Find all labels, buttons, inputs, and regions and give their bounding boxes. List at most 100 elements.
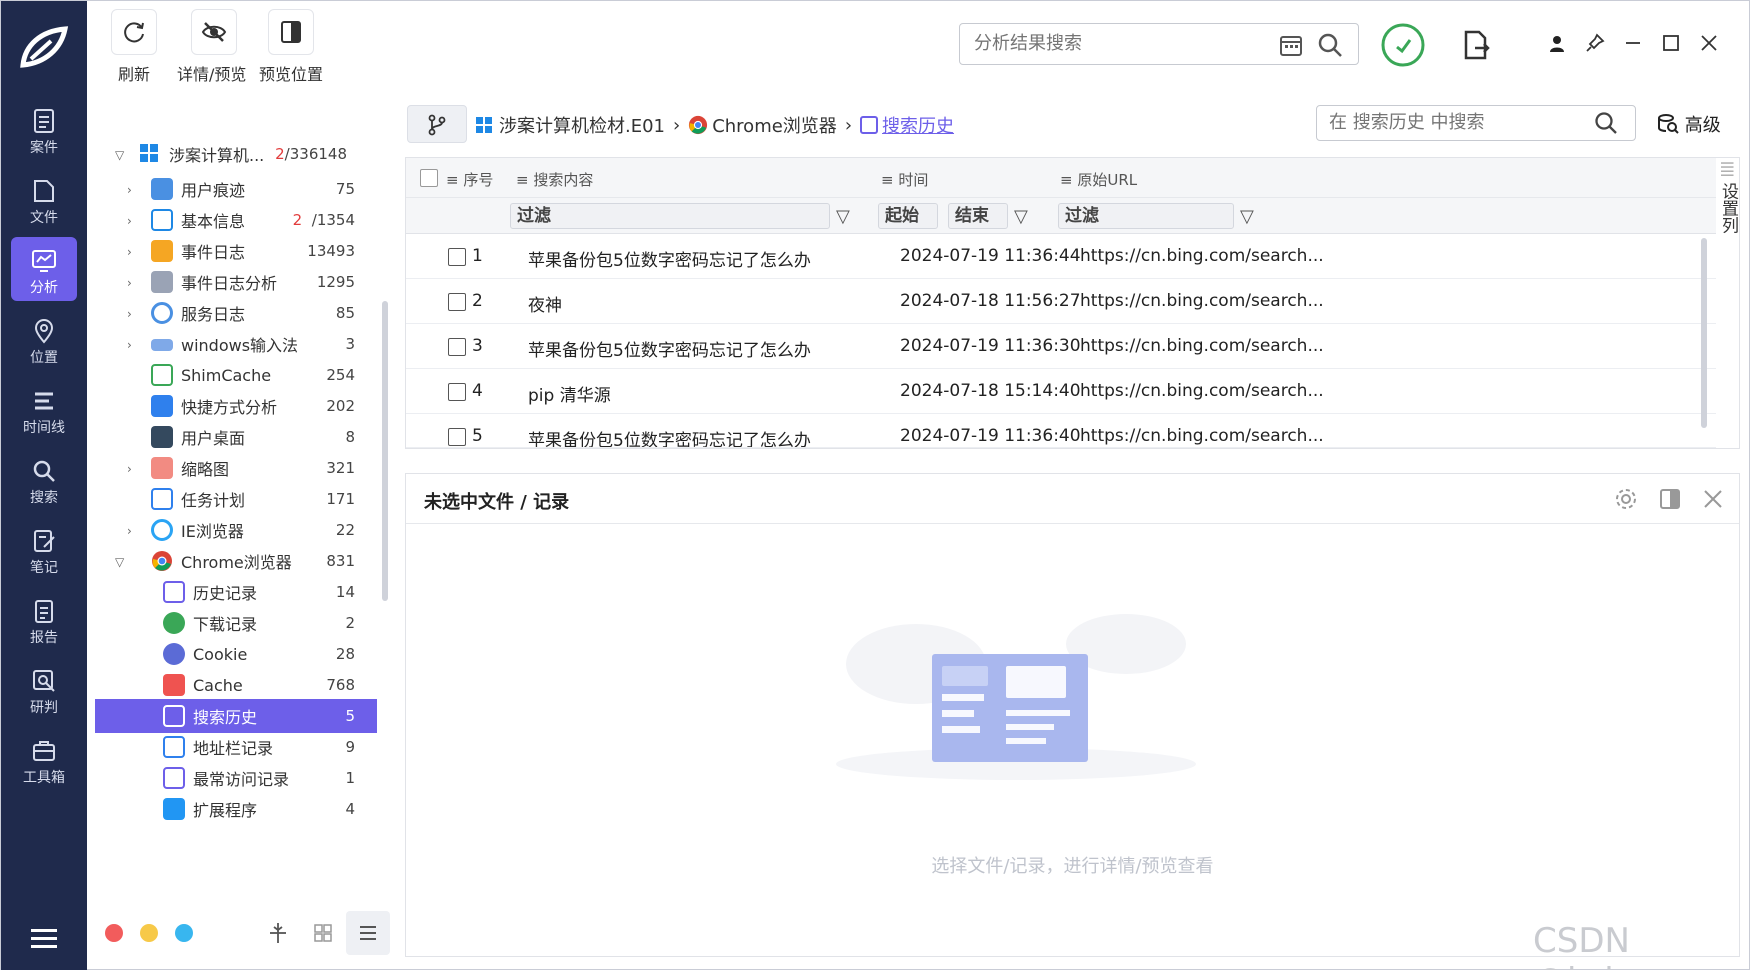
tree-item-address-bar[interactable]: 地址栏记录 9 [97,730,377,764]
maximize-icon[interactable] [1661,33,1681,53]
branch-button[interactable] [407,105,467,143]
tree-item-task-schedule[interactable]: 任务计划 171 [97,482,377,516]
breadcrumb-evidence[interactable]: 涉案计算机检材.E01 [499,112,665,138]
table-row[interactable]: 2 夜神 2024-07-18 11:56:27 https://cn.bing… [406,279,1716,324]
row-checkbox[interactable] [448,293,466,311]
user-icon[interactable] [1547,34,1567,54]
table-search-input[interactable] [1329,106,1589,138]
chevron-right-icon[interactable]: › [127,214,139,228]
column-header-url[interactable]: ≡ 原始URL [1060,169,1137,190]
tree-item-extensions[interactable]: 扩展程序 4 [97,792,377,826]
tree-item-shortcut-analysis[interactable]: 快捷方式分析 202 [97,389,377,423]
tree-root[interactable]: ▽ 涉案计算机... 2/336148 [97,137,377,171]
close-icon[interactable] [1702,488,1724,510]
list-view-button[interactable] [346,911,390,955]
red-dot[interactable] [105,924,123,942]
chevron-right-icon[interactable]: › [127,338,139,352]
nav-item-toolbox[interactable]: 工具箱 [11,727,77,791]
grid-view-icon[interactable] [313,923,333,943]
tree-item-shimcache[interactable]: ShimCache 254 [97,358,377,392]
end-time-filter[interactable]: 结束 [948,203,1008,229]
tree-item-history[interactable]: 历史记录 14 [97,575,377,609]
chevron-right-icon[interactable]: › [127,245,139,259]
nav-item-search[interactable]: 搜索 [11,447,77,511]
nav-item-timeline[interactable]: 时间线 [11,377,77,441]
table-scrollbar[interactable] [1701,238,1707,428]
row-checkbox[interactable] [448,248,466,266]
nav-item-analysis[interactable]: 分析 [11,237,77,301]
nav-item-location[interactable]: 位置 [11,307,77,371]
tree-item-user-desktop[interactable]: 用户桌面 8 [97,420,377,454]
chevron-down-icon[interactable]: ▽ [115,555,127,569]
select-all-checkbox[interactable] [420,169,438,187]
chevron-down-icon[interactable]: ▽ [115,148,127,162]
nav-item-file[interactable]: 文件 [11,167,77,231]
tree-item-event-log[interactable]: › 事件日志 13493 [97,234,377,268]
pin-icon[interactable] [1585,33,1605,53]
table-search-box[interactable] [1316,105,1636,141]
tree-item-thumbnails[interactable]: › 缩略图 321 [97,451,377,485]
table-row[interactable]: 5 苹果备份包5位数字密码忘记了怎么办 2024-07-19 11:36:40 … [406,414,1716,448]
result-search-input[interactable] [974,24,1284,62]
tree-item-top-sites[interactable]: 最常访问记录 1 [97,761,377,795]
tree-item-search-history[interactable]: 搜索历史 5 [95,699,377,733]
gear-icon[interactable] [1614,487,1638,511]
tree-item-user-traces[interactable]: › 用户痕迹 75 [97,172,377,206]
collapse-icon[interactable] [267,921,289,945]
row-checkbox[interactable] [448,338,466,356]
breadcrumb-chrome[interactable]: Chrome浏览器 [712,112,837,138]
refresh-button[interactable]: 刷新 [111,9,157,85]
chevron-right-icon[interactable]: › [127,524,139,538]
breadcrumb-search-history[interactable]: 搜索历史 [882,112,954,138]
calendar-icon[interactable] [1278,32,1304,58]
tree-item-windows-ime[interactable]: › windows输入法 3 [97,327,377,361]
shield-check-icon[interactable] [1381,23,1425,67]
filter-icon[interactable]: ▽ [836,206,850,227]
column-settings-button[interactable]: |||| 设置列 [1713,161,1741,234]
result-search-box[interactable] [959,23,1359,65]
nav-item-note[interactable]: 笔记 [11,517,77,581]
tree-item-service-log[interactable]: › 服务日志 85 [97,296,377,330]
tree-item-ie-browser[interactable]: › IE浏览器 22 [97,513,377,547]
minimize-icon[interactable] [1623,33,1643,53]
chevron-right-icon[interactable]: › [127,276,139,290]
address-bar-icon [163,736,185,758]
search-icon[interactable] [1593,110,1619,136]
close-icon[interactable] [1699,33,1719,53]
column-header-time[interactable]: ≡ 时间 [881,169,928,190]
detail-preview-button[interactable]: 详情/预览 [177,9,246,85]
table-row[interactable]: 1 苹果备份包5位数字密码忘记了怎么办 2024-07-19 11:36:44 … [406,234,1716,279]
row-checkbox[interactable] [448,428,466,446]
search-icon[interactable] [1316,31,1344,59]
split-view-icon[interactable] [1658,487,1682,511]
blue-dot[interactable] [175,924,193,942]
tree-item-chrome-browser[interactable]: ▽ Chrome浏览器 831 [97,544,377,578]
nav-item-report[interactable]: 报告 [11,587,77,651]
filter-icon[interactable]: ▽ [1014,206,1028,227]
tree-item-downloads[interactable]: 下载记录 2 [97,606,377,640]
preview-position-button[interactable]: 预览位置 [259,9,323,85]
content-filter-input[interactable]: 过滤 [510,203,830,229]
tree-item-cache[interactable]: Cache 768 [97,668,377,702]
nav-item-case[interactable]: 案件 [11,97,77,161]
start-time-filter[interactable]: 起始 [878,203,938,229]
export-icon[interactable] [1461,29,1491,61]
tree-item-event-log-analysis[interactable]: › 事件日志分析 1295 [97,265,377,299]
filter-icon[interactable]: ▽ [1240,206,1254,227]
chevron-right-icon[interactable]: › [127,183,139,197]
table-row[interactable]: 4 pip 清华源 2024-07-18 15:14:40 https://cn… [406,369,1716,414]
column-header-content[interactable]: ≡ 搜索内容 [516,169,593,190]
column-header-seq[interactable]: ≡ 序号 [446,169,493,190]
tree-scrollbar[interactable] [382,301,388,601]
row-checkbox[interactable] [448,383,466,401]
nav-item-judge[interactable]: 研判 [11,657,77,721]
tree-item-cookie[interactable]: Cookie 28 [97,637,377,671]
chevron-right-icon[interactable]: › [127,462,139,476]
advanced-search-button[interactable]: 高级 [1657,111,1721,137]
yellow-dot[interactable] [140,924,158,942]
table-row[interactable]: 3 苹果备份包5位数字密码忘记了怎么办 2024-07-19 11:36:30 … [406,324,1716,369]
url-filter-input[interactable]: 过滤 [1058,203,1234,229]
menu-icon[interactable] [31,929,57,953]
tree-item-basic-info[interactable]: › 基本信息 2 /1354 [97,203,377,237]
chevron-right-icon[interactable]: › [127,307,139,321]
